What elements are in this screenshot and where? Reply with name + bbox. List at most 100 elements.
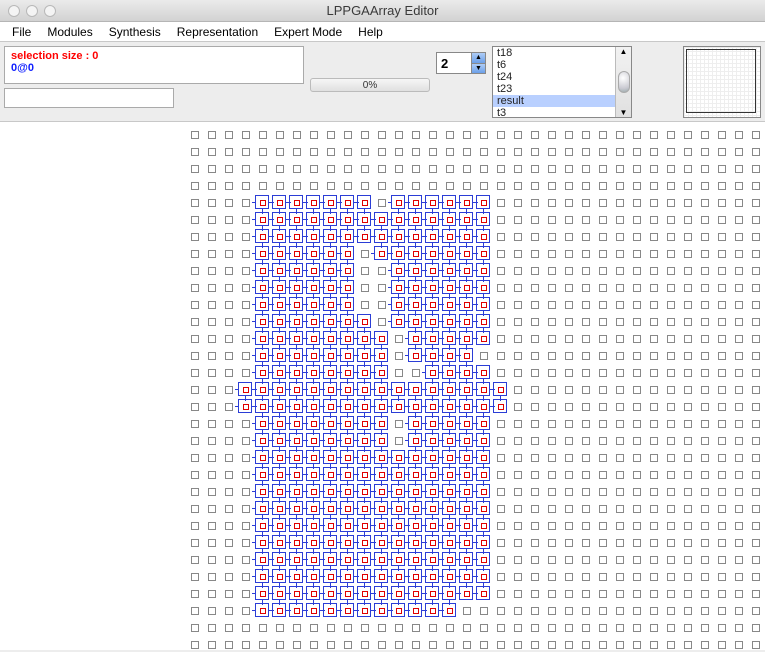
- cell-empty[interactable]: [735, 454, 743, 462]
- cell-occupied[interactable]: [340, 229, 354, 243]
- cell-empty[interactable]: [684, 539, 692, 547]
- cell-empty[interactable]: [497, 573, 505, 581]
- cell-empty[interactable]: [514, 335, 522, 343]
- cell-empty[interactable]: [582, 539, 590, 547]
- cell-empty[interactable]: [514, 522, 522, 530]
- cell-empty[interactable]: [395, 335, 403, 343]
- cell-empty[interactable]: [208, 505, 216, 513]
- cell-empty[interactable]: [378, 624, 386, 632]
- cell-occupied[interactable]: [425, 535, 439, 549]
- cell-occupied[interactable]: [272, 535, 286, 549]
- cell-occupied[interactable]: [442, 382, 456, 396]
- cell-empty[interactable]: [208, 369, 216, 377]
- cell-empty[interactable]: [752, 403, 760, 411]
- cell-empty[interactable]: [599, 267, 607, 275]
- menu-representation[interactable]: Representation: [171, 23, 264, 41]
- cell-occupied[interactable]: [459, 586, 473, 600]
- cell-occupied[interactable]: [493, 382, 507, 396]
- cell-empty[interactable]: [225, 165, 233, 173]
- cell-empty[interactable]: [701, 335, 709, 343]
- cell-empty[interactable]: [650, 505, 658, 513]
- menu-synthesis[interactable]: Synthesis: [103, 23, 167, 41]
- cell-empty[interactable]: [616, 216, 624, 224]
- list-item[interactable]: t24: [493, 71, 631, 83]
- cell-empty[interactable]: [684, 556, 692, 564]
- cell-empty[interactable]: [225, 148, 233, 156]
- cell-occupied[interactable]: [255, 212, 269, 226]
- cell-empty[interactable]: [514, 369, 522, 377]
- cell-empty[interactable]: [667, 573, 675, 581]
- cell-occupied[interactable]: [340, 399, 354, 413]
- cell-empty[interactable]: [650, 267, 658, 275]
- cell-empty[interactable]: [565, 182, 573, 190]
- cell-empty[interactable]: [735, 267, 743, 275]
- cell-occupied[interactable]: [391, 399, 405, 413]
- cell-occupied[interactable]: [289, 569, 303, 583]
- cell-occupied[interactable]: [306, 263, 320, 277]
- cell-empty[interactable]: [191, 148, 199, 156]
- cell-occupied[interactable]: [476, 399, 490, 413]
- cell-empty[interactable]: [684, 318, 692, 326]
- cell-empty[interactable]: [616, 182, 624, 190]
- cell-empty[interactable]: [463, 607, 471, 615]
- cell-occupied[interactable]: [272, 348, 286, 362]
- cell-occupied[interactable]: [442, 331, 456, 345]
- cell-empty[interactable]: [565, 250, 573, 258]
- cell-empty[interactable]: [191, 522, 199, 530]
- cell-empty[interactable]: [650, 335, 658, 343]
- cell-empty[interactable]: [701, 199, 709, 207]
- cell-occupied[interactable]: [255, 535, 269, 549]
- cell-occupied[interactable]: [425, 365, 439, 379]
- cell-empty[interactable]: [531, 131, 539, 139]
- cell-empty[interactable]: [514, 386, 522, 394]
- cell-empty[interactable]: [242, 148, 250, 156]
- cell-empty[interactable]: [582, 522, 590, 530]
- cell-empty[interactable]: [735, 233, 743, 241]
- cell-empty[interactable]: [208, 386, 216, 394]
- cell-occupied[interactable]: [340, 348, 354, 362]
- cell-empty[interactable]: [701, 573, 709, 581]
- cell-empty[interactable]: [242, 165, 250, 173]
- cell-empty[interactable]: [531, 522, 539, 530]
- cell-empty[interactable]: [293, 165, 301, 173]
- cell-empty[interactable]: [565, 352, 573, 360]
- cell-empty[interactable]: [497, 301, 505, 309]
- cell-empty[interactable]: [429, 641, 437, 649]
- cell-empty[interactable]: [633, 573, 641, 581]
- cell-occupied[interactable]: [238, 399, 252, 413]
- cell-empty[interactable]: [718, 182, 726, 190]
- cell-empty[interactable]: [582, 284, 590, 292]
- cell-empty[interactable]: [599, 488, 607, 496]
- cell-empty[interactable]: [582, 182, 590, 190]
- cell-empty[interactable]: [667, 233, 675, 241]
- cell-empty[interactable]: [514, 318, 522, 326]
- cell-empty[interactable]: [497, 641, 505, 649]
- cell-occupied[interactable]: [408, 399, 422, 413]
- cell-empty[interactable]: [565, 335, 573, 343]
- cell-empty[interactable]: [718, 573, 726, 581]
- cell-occupied[interactable]: [289, 348, 303, 362]
- cell-occupied[interactable]: [272, 518, 286, 532]
- cell-empty[interactable]: [616, 284, 624, 292]
- cell-empty[interactable]: [208, 216, 216, 224]
- cell-empty[interactable]: [633, 182, 641, 190]
- cell-occupied[interactable]: [442, 467, 456, 481]
- cell-occupied[interactable]: [408, 586, 422, 600]
- cell-empty[interactable]: [650, 284, 658, 292]
- cell-empty[interactable]: [718, 352, 726, 360]
- cell-empty[interactable]: [463, 624, 471, 632]
- cell-empty[interactable]: [225, 539, 233, 547]
- cell-empty[interactable]: [565, 318, 573, 326]
- cell-empty[interactable]: [684, 437, 692, 445]
- cell-empty[interactable]: [582, 318, 590, 326]
- cell-empty[interactable]: [208, 607, 216, 615]
- cell-empty[interactable]: [616, 641, 624, 649]
- cell-empty[interactable]: [191, 216, 199, 224]
- cell-empty[interactable]: [191, 641, 199, 649]
- cell-empty[interactable]: [616, 386, 624, 394]
- cell-empty[interactable]: [548, 182, 556, 190]
- cell-occupied[interactable]: [255, 603, 269, 617]
- cell-occupied[interactable]: [306, 586, 320, 600]
- cell-empty[interactable]: [208, 522, 216, 530]
- cell-empty[interactable]: [361, 165, 369, 173]
